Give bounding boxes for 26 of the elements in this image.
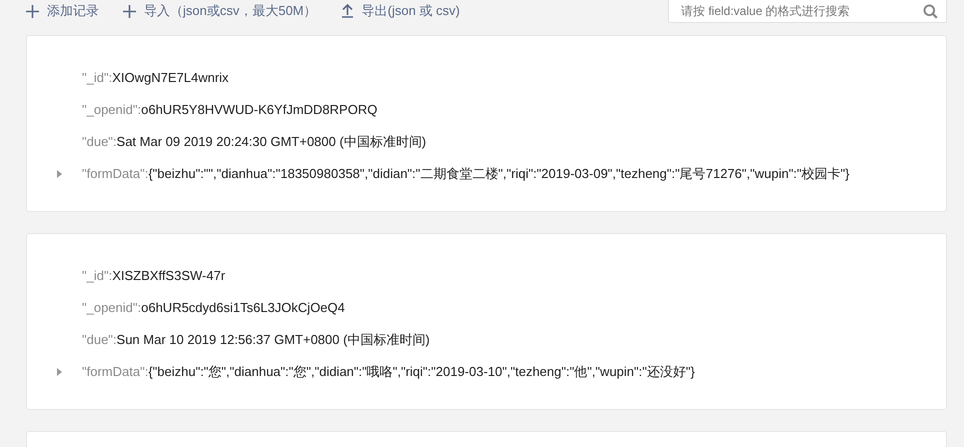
field-value: Sun Mar 10 2019 12:56:37 GMT+0800 (中国标准时间) [116,331,430,350]
field-key: "formData": [82,164,148,184]
field-value: {"beizhu":"","dianhua":"18350980358","didian":"二期食堂二楼","riqi":"2019-03-09","tezheng":"尾号71276","wupin":"校园卡"} [148,165,850,184]
upload-icon [340,4,354,18]
field-key: "formData": [82,362,148,382]
caret-icon[interactable] [57,170,62,178]
field-value: o6hUR5cdyd6si1Ts6L3JOkCjOeQ4 [141,299,345,318]
field-value: Sat Mar 09 2019 20:24:30 GMT+0800 (中国标准时间) [116,133,426,152]
caret-icon[interactable] [57,368,62,376]
search-field[interactable]: 请按 field:value 的格式进行搜索 [668,0,947,23]
field-value: XISZBXffS3SW-47r [112,267,226,286]
add-button[interactable]: 添加记录 [26,1,99,21]
export-button[interactable]: 导出(json 或 csv) [340,1,460,21]
field-key: "_id": [82,68,112,88]
field-key: "due": [82,330,117,350]
field-key: "_id": [82,266,112,286]
plus-icon [123,4,136,18]
field-key: "_openid": [82,298,142,318]
field-key: "_openid": [82,100,142,120]
field-value: {"beizhu":"您","dianhua":"您","didian":"哦咯","riqi":"2019-03-10","tezheng":"他","wupin":"还没好"} [148,363,695,382]
field-value: XIOwgN7E7L4wnrix [112,69,229,88]
field-key: "due": [82,132,117,152]
field-value: o6hUR5Y8HVWUD-K6YfJmDD8RPORQ [141,101,378,120]
search-icon[interactable] [923,4,938,18]
add-button[interactable]: 导入（json或csv，最大50M） [123,1,317,21]
plus-icon [26,4,39,18]
